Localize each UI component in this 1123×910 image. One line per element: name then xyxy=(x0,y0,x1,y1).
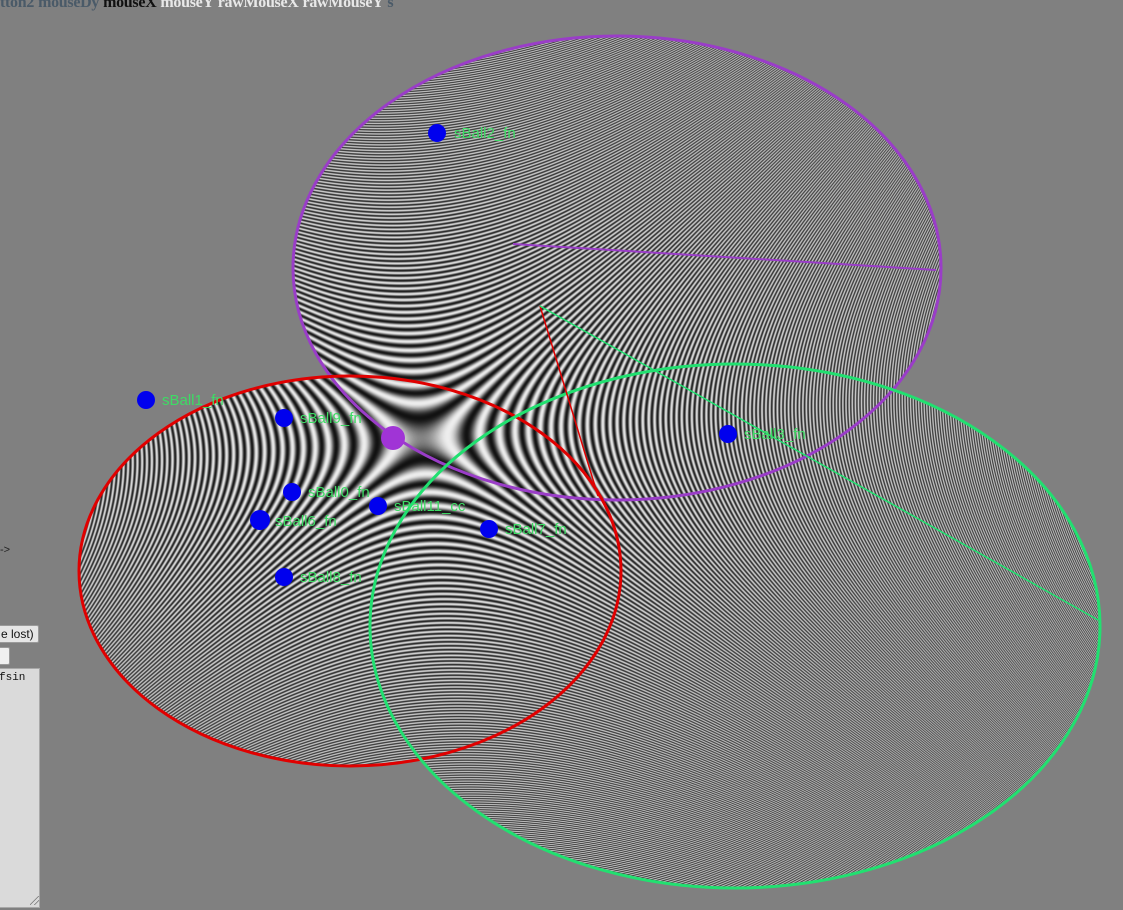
ball-sBall1_fn[interactable]: sBall1_fn xyxy=(137,391,224,409)
code-textarea[interactable]: fsin xyxy=(0,668,40,908)
ball-sBall9_fn[interactable]: sBall9_fn xyxy=(275,409,362,427)
purple-drag-handle[interactable] xyxy=(381,426,405,450)
ball-marker[interactable] xyxy=(283,483,301,501)
ball-sBall7_fn[interactable]: sBall7_fn xyxy=(480,520,567,538)
ball-marker[interactable] xyxy=(369,497,387,515)
green-circle[interactable] xyxy=(368,362,1102,890)
ball-label: sBall0_fn xyxy=(308,484,370,501)
lost-button[interactable]: e lost) xyxy=(0,625,39,643)
ball-label: sBall3_fn xyxy=(744,426,806,443)
variable-name: tton2 xyxy=(0,0,35,11)
variable-name: mouseDy xyxy=(38,0,100,11)
ball-sBall8_fn[interactable]: sBall8_fn xyxy=(275,568,362,586)
variable-name: s xyxy=(387,0,394,11)
ball-marker[interactable] xyxy=(275,409,293,427)
ball-marker[interactable] xyxy=(428,124,446,142)
variable-list: tton2 mouseDy mouseX mouseY rawMouseX rawMous… xyxy=(0,0,397,12)
ball-label: sBall7_fn xyxy=(505,521,567,538)
ball-sBall2_fn[interactable]: sBall2_fn xyxy=(428,124,516,142)
variable-name: mouseY xyxy=(160,0,214,11)
ball-marker[interactable] xyxy=(719,425,737,443)
green-direction-line xyxy=(539,305,1099,621)
ball-label: sBall9_fn xyxy=(300,410,362,427)
ball-marker[interactable] xyxy=(137,391,155,409)
ball-label: sBall8_fn xyxy=(300,569,362,586)
ball-label: sBall6_fn xyxy=(275,513,337,530)
ball-label: sBall1_fn xyxy=(162,392,224,409)
canvas-app: sBall2_fn sBall1_fn sBall9_fn sBall3_fn … xyxy=(0,0,1123,910)
ball-sBall0_fn[interactable]: sBall0_fn xyxy=(283,483,370,501)
ball-label: sBall11_cc xyxy=(394,498,466,515)
ball-sBall11_cc[interactable]: sBall11_cc xyxy=(369,497,466,515)
variable-name: rawMouseY xyxy=(302,0,384,11)
overlay-svg: sBall2_fn sBall1_fn sBall9_fn sBall3_fn … xyxy=(77,34,1102,890)
variable-name: mouseX xyxy=(103,0,157,11)
ball-marker[interactable] xyxy=(275,568,293,586)
ball-marker[interactable] xyxy=(480,520,498,538)
ball-label: sBall2_fn xyxy=(454,125,516,142)
ball-sBall6_fn[interactable]: sBall6_fn xyxy=(250,510,337,530)
ball-marker[interactable] xyxy=(250,510,270,530)
arrow-text: -> xyxy=(0,544,11,556)
purple-direction-line xyxy=(512,243,937,271)
small-select[interactable] xyxy=(0,647,10,665)
variable-name: rawMouseX xyxy=(217,0,299,11)
ball-sBall3_fn[interactable]: sBall3_fn xyxy=(719,425,806,443)
